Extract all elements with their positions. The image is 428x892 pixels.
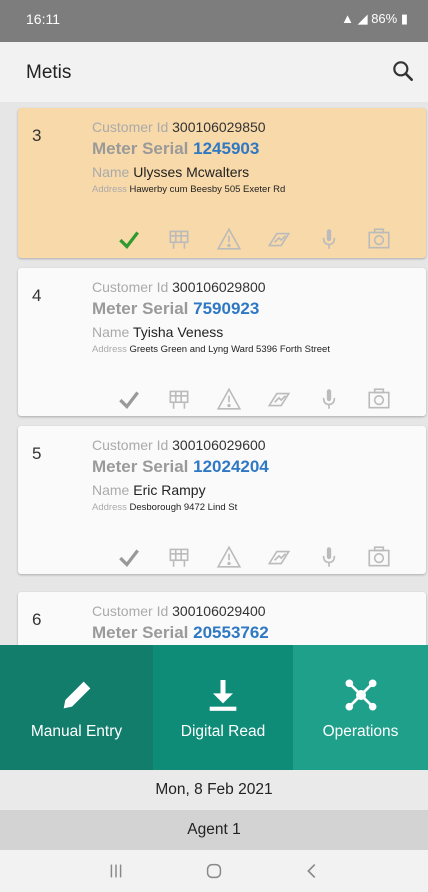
action-bar <box>104 544 404 572</box>
name-label: Name <box>92 324 130 340</box>
action-tabs: Manual Entry Digital Read Operations <box>0 645 428 770</box>
customer-id-label: Customer Id <box>92 119 169 135</box>
warning-icon[interactable] <box>216 226 242 252</box>
action-bar <box>104 386 404 414</box>
item-number: 4 <box>32 286 42 305</box>
camera-icon[interactable] <box>366 386 392 412</box>
meter-icon[interactable] <box>266 386 292 412</box>
customer-name: Tyisha Veness <box>133 324 224 340</box>
list-item[interactable]: 6 Customer Id 300106029400 Meter Serial … <box>18 592 426 652</box>
microphone-icon[interactable] <box>316 226 342 252</box>
back-icon[interactable] <box>300 860 324 882</box>
page-title: Metis <box>26 62 72 83</box>
meter-serial-label: Meter Serial <box>92 457 189 476</box>
camera-icon[interactable] <box>366 226 392 252</box>
item-number: 6 <box>32 610 42 629</box>
check-icon[interactable] <box>116 544 142 570</box>
list-item[interactable]: 5 Customer Id 300106029600 Meter Serial … <box>18 426 426 574</box>
address-label: Address <box>92 344 127 355</box>
customer-id-value: 300106029800 <box>172 279 266 295</box>
operations-button[interactable]: Operations <box>293 645 428 770</box>
meter-serial-value: 7590923 <box>193 299 260 318</box>
system-nav-bar <box>0 850 428 892</box>
gate-icon[interactable] <box>166 386 192 412</box>
status-time: 16:11 <box>26 11 60 27</box>
address-label: Address <box>92 184 127 195</box>
warning-icon[interactable] <box>216 544 242 570</box>
digital-read-label: Digital Read <box>180 723 266 740</box>
customer-name: Eric Rampy <box>133 482 206 498</box>
battery-level: 86% <box>371 11 398 26</box>
meter-serial-label: Meter Serial <box>92 623 189 642</box>
download-icon <box>209 680 237 711</box>
meter-icon[interactable] <box>266 226 292 252</box>
gate-icon[interactable] <box>166 226 192 252</box>
customer-address: Desborough 9472 Lind St <box>129 502 238 513</box>
app-bar: Metis <box>0 42 428 102</box>
operations-label: Operations <box>322 723 399 740</box>
address-label: Address <box>92 502 127 513</box>
camera-icon[interactable] <box>366 544 392 570</box>
microphone-icon[interactable] <box>316 386 342 412</box>
customer-id-value: 300106029600 <box>172 437 266 453</box>
name-label: Name <box>92 482 130 498</box>
home-icon[interactable] <box>202 860 226 882</box>
list-item[interactable]: 3 Customer Id 300106029850 Meter Serial … <box>18 108 426 258</box>
item-number: 5 <box>32 444 42 463</box>
network-icon <box>345 679 376 711</box>
customer-address: Greets Green and Lyng Ward 5396 Forth St… <box>129 344 330 355</box>
customer-id-label: Customer Id <box>92 279 169 295</box>
meter-serial-value: 12024204 <box>193 457 269 476</box>
status-bar: 16:11 ▲ ◢ 86% ▮ <box>0 0 428 42</box>
pencil-icon <box>63 681 90 709</box>
check-icon[interactable] <box>116 386 142 412</box>
microphone-icon[interactable] <box>316 544 342 570</box>
recent-apps-icon[interactable] <box>104 860 128 882</box>
customer-id-label: Customer Id <box>92 603 169 619</box>
customer-name: Ulysses Mcwalters <box>133 164 250 180</box>
action-bar <box>104 226 404 254</box>
meter-serial-value: 20553762 <box>193 623 269 642</box>
meter-serial-label: Meter Serial <box>92 299 189 318</box>
gate-icon[interactable] <box>166 544 192 570</box>
item-number: 3 <box>32 126 42 145</box>
customer-id-label: Customer Id <box>92 437 169 453</box>
date-display: Mon, 8 Feb 2021 <box>0 770 428 810</box>
digital-read-button[interactable]: Digital Read <box>153 645 293 770</box>
name-label: Name <box>92 164 130 180</box>
customer-id-value: 300106029850 <box>172 119 266 135</box>
list-item[interactable]: 4 Customer Id 300106029800 Meter Serial … <box>18 268 426 416</box>
meter-serial-value: 1245903 <box>193 139 260 158</box>
status-icons: ▲ ◢ 86% ▮ <box>341 11 408 26</box>
check-icon[interactable] <box>116 226 142 252</box>
manual-entry-button[interactable]: Manual Entry <box>0 645 153 770</box>
manual-entry-label: Manual Entry <box>30 723 123 740</box>
customer-id-value: 300106029400 <box>172 603 266 619</box>
meter-serial-label: Meter Serial <box>92 139 189 158</box>
agent-display: Agent 1 <box>0 810 428 850</box>
search-icon[interactable] <box>390 58 416 84</box>
meter-icon[interactable] <box>266 544 292 570</box>
warning-icon[interactable] <box>216 386 242 412</box>
customer-address: Hawerby cum Beesby 505 Exeter Rd <box>129 184 286 195</box>
